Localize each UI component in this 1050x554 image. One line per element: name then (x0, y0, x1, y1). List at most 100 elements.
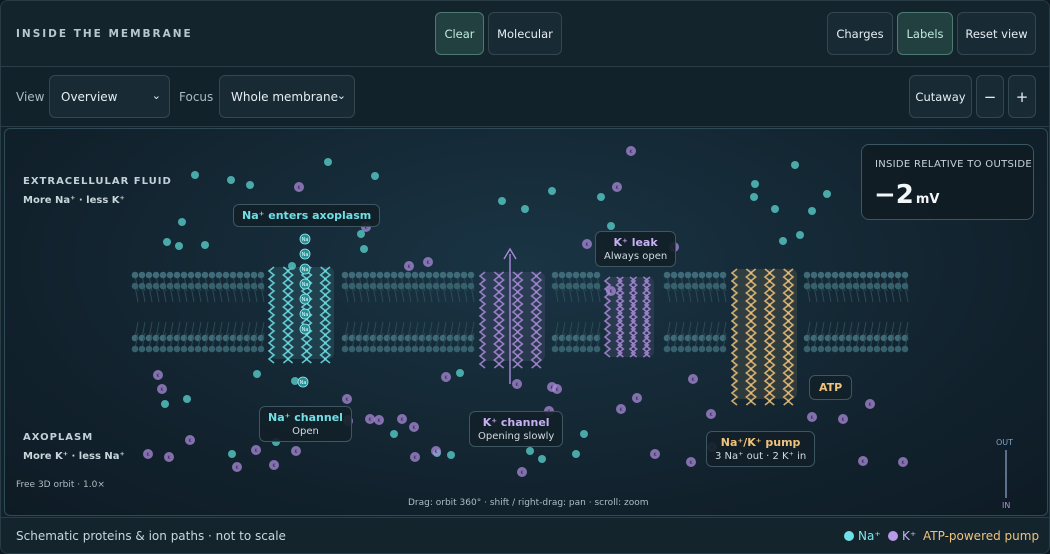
lipid-head (362, 345, 370, 353)
zoom-in-button[interactable]: + (1008, 75, 1036, 118)
cutaway-button[interactable]: Cutaway (909, 75, 972, 118)
lipid-head (187, 282, 195, 290)
lipid-head (866, 271, 874, 279)
footer-bar: Schematic proteins & ion paths · not to … (1, 517, 1049, 553)
lipid-head (152, 345, 160, 353)
lipid-head (719, 282, 727, 290)
k-channel-protein (478, 271, 545, 369)
lipid-head (257, 345, 265, 353)
focus-select[interactable]: Whole membrane ⌄ (219, 75, 355, 118)
lipid-head (208, 271, 216, 279)
lipid-head (831, 282, 839, 290)
lipid-head (369, 271, 377, 279)
lipid-head (712, 271, 720, 279)
lipid-head (558, 345, 566, 353)
lipid-head (691, 345, 699, 353)
lipid-head (439, 271, 447, 279)
lipid-head (341, 271, 349, 279)
lipid-head (579, 282, 587, 290)
lipid-head (180, 345, 188, 353)
lipid-head (376, 345, 384, 353)
lipid-head (838, 282, 846, 290)
lipid-head (873, 345, 881, 353)
na-ion (163, 238, 171, 246)
na-channel-status: Open (292, 426, 319, 437)
na-enters-callout: Na⁺ enters axoplasm (233, 204, 381, 227)
lipid-head (684, 345, 692, 353)
lipid-head (243, 282, 251, 290)
na-ion (498, 197, 506, 205)
lipid-head (173, 282, 181, 290)
lipid-head (138, 345, 146, 353)
chevron-down-icon: ⌄ (336, 89, 346, 102)
lipid-head (551, 345, 559, 353)
lipid-head (579, 271, 587, 279)
lipid-head (460, 282, 468, 290)
lipid-head (677, 271, 685, 279)
lipid-head (369, 345, 377, 353)
k-dot-icon (888, 531, 898, 541)
na-ion (751, 180, 759, 188)
controls-hint: Drag: orbit 360° · shift / right-drag: p… (408, 498, 649, 508)
lipid-head (355, 345, 363, 353)
lipid-head (250, 345, 258, 353)
orbit-status: Free 3D orbit · 1.0× (16, 480, 105, 490)
lipid-head (208, 282, 216, 290)
lipid-head (894, 282, 902, 290)
reset-view-button[interactable]: Reset view (957, 12, 1036, 55)
lipid-head (390, 345, 398, 353)
lipid-head (159, 345, 167, 353)
lipid-head (229, 282, 237, 290)
k-leak-callout: K⁺ leak Always open (595, 231, 677, 267)
lipid-head (166, 271, 174, 279)
na-ion (771, 205, 779, 213)
lipid-head (565, 282, 573, 290)
lipid-head (138, 271, 146, 279)
lipid-head (663, 282, 671, 290)
lipid-head (901, 345, 909, 353)
lipid-head (411, 345, 419, 353)
lipid-head (698, 345, 706, 353)
lipid-head (180, 282, 188, 290)
lipid-head (719, 271, 727, 279)
lipid-head (348, 345, 356, 353)
lipid-head (166, 282, 174, 290)
na-ion (580, 430, 588, 438)
lipid-head (467, 282, 475, 290)
lipid-head (551, 271, 559, 279)
na-ion-label: Na (302, 327, 309, 333)
scale-out-label: OUT (996, 438, 1014, 447)
lipid-head (397, 282, 405, 290)
labels-button[interactable]: Labels (897, 12, 953, 55)
lipid-head (215, 282, 223, 290)
na-ion-label: Na (302, 297, 309, 303)
lipid-head (705, 271, 713, 279)
lipid-head (852, 271, 860, 279)
lipid-head (852, 345, 860, 353)
view-select[interactable]: Overview ⌄ (49, 75, 170, 118)
membrane-viewport[interactable]: Na Na Na Na Na Na Na Na K K K K K K K K K K K K K K K K K K K K K K K K… (4, 128, 1048, 516)
lipid-head (369, 282, 377, 290)
lipid-head (467, 271, 475, 279)
lipid-head (866, 282, 874, 290)
lipid-head (460, 345, 468, 353)
lipid-head (145, 345, 153, 353)
k-channel-status: Opening slowly (478, 431, 555, 442)
zoom-out-button[interactable]: − (976, 75, 1004, 118)
charges-button[interactable]: Charges (827, 12, 893, 55)
lipid-head (859, 271, 867, 279)
molecular-button[interactable]: Molecular (488, 12, 562, 55)
lipid-head (712, 345, 720, 353)
na-ion (288, 262, 296, 270)
top-bar: INSIDE THE MEMBRANE Clear Molecular Char… (1, 1, 1049, 67)
lipid-head (215, 271, 223, 279)
na-ion (607, 222, 615, 230)
clear-button[interactable]: Clear (435, 12, 484, 55)
lipid-head (670, 271, 678, 279)
view-select-value: Overview (61, 89, 118, 104)
lipid-head (257, 282, 265, 290)
lipid-head (355, 282, 363, 290)
lipid-head (432, 271, 440, 279)
lipid-head (859, 282, 867, 290)
lipid-head (411, 271, 419, 279)
